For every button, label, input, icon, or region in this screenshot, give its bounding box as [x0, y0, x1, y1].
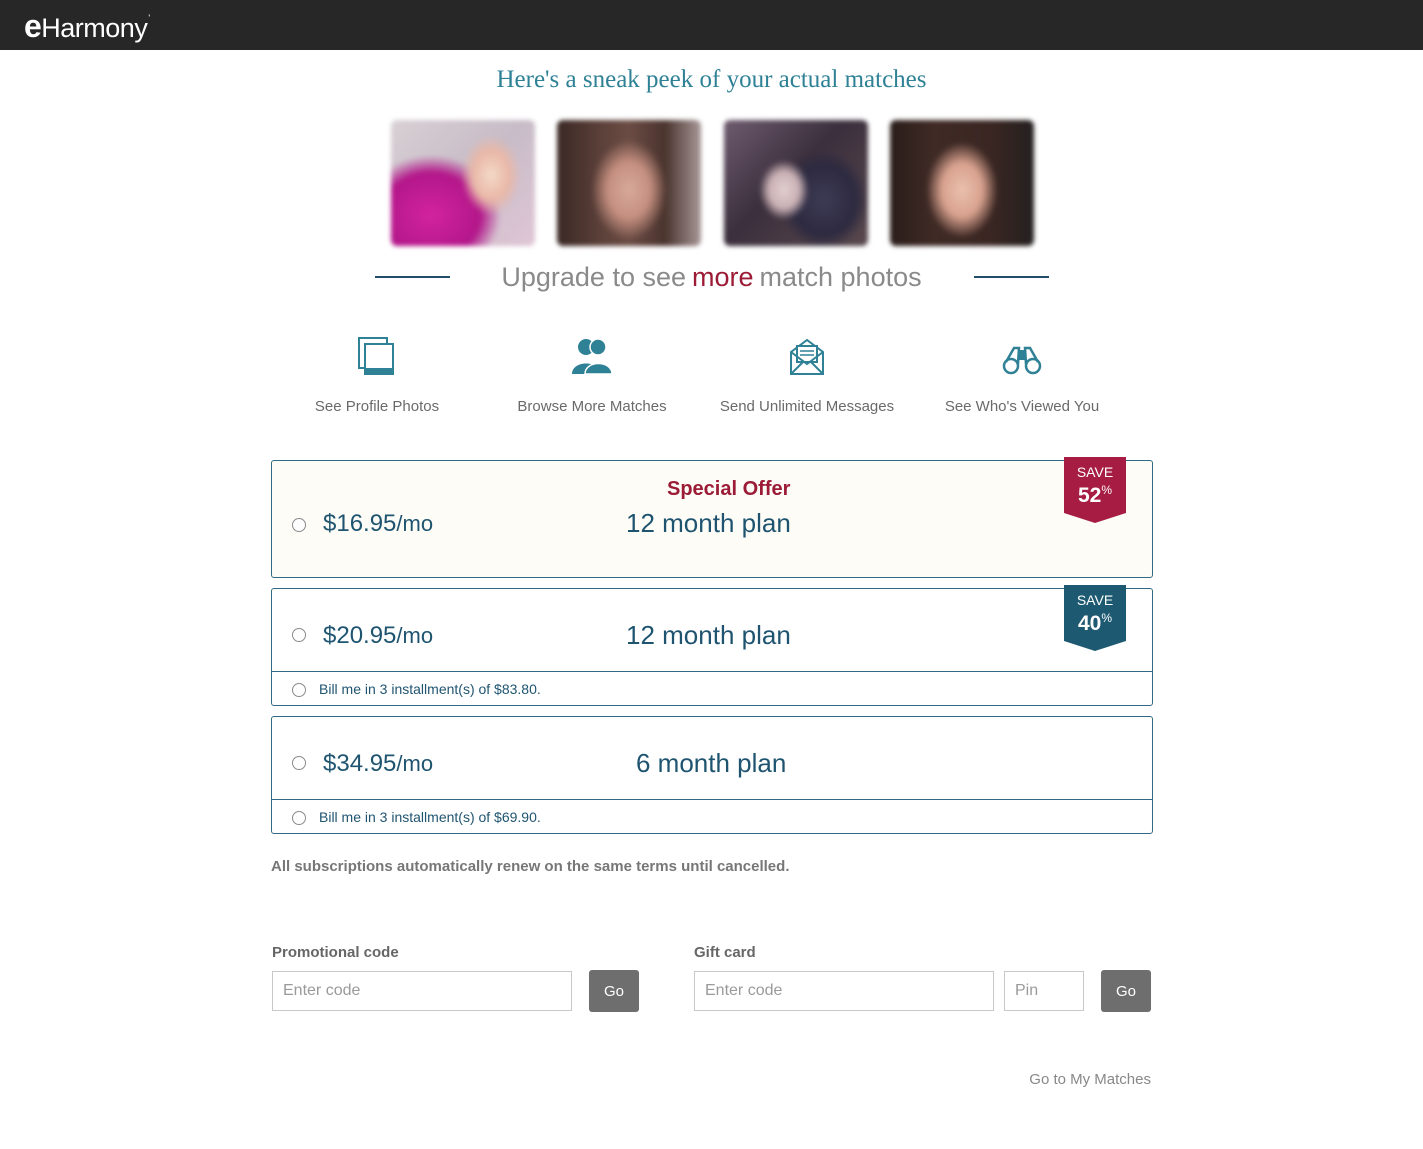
binoculars-icon: [1002, 346, 1042, 375]
page-headline: Here's a sneak peek of your actual match…: [496, 66, 927, 93]
more-highlight: more: [692, 262, 754, 292]
people-icon: [572, 338, 613, 375]
plan-radio[interactable]: [292, 756, 306, 770]
renew-note: All subscriptions automatically renew on…: [271, 858, 790, 875]
installment-option[interactable]: Bill me in 3 installment(s) of $83.80.: [272, 671, 1152, 706]
save-badge: SAVE 52%: [1064, 457, 1126, 523]
match-photo[interactable]: [890, 120, 1034, 246]
installment-label: Bill me in 3 installment(s) of $69.90.: [319, 809, 541, 825]
promo-go-button[interactable]: Go: [589, 970, 639, 1012]
gift-card-code-input[interactable]: [694, 971, 994, 1011]
top-bar: eHarmony': [0, 0, 1423, 50]
plan-radio[interactable]: [292, 518, 306, 532]
feature-label: See Who's Viewed You: [944, 398, 1100, 415]
plan-price: $20.95/mo: [323, 622, 434, 649]
envelope-icon: [790, 338, 824, 375]
gift-card-label: Gift card: [694, 944, 756, 961]
plan-name: 12 month plan: [626, 620, 791, 650]
special-offer-label: Special Offer: [667, 478, 791, 500]
eharmony-logo[interactable]: eHarmony': [24, 8, 150, 45]
plan-name: 12 month plan: [626, 508, 791, 538]
feature-browse-matches: Browse More Matches: [492, 336, 692, 415]
match-photo[interactable]: [724, 120, 868, 246]
plan-option-12mo-special[interactable]: $16.95/mo Special Offer 12 month plan: [271, 460, 1153, 578]
feature-viewed-you: See Who's Viewed You: [922, 336, 1122, 415]
match-photo[interactable]: [391, 120, 535, 246]
match-photo[interactable]: [557, 120, 701, 246]
plan-option-12mo[interactable]: $20.95/mo 12 month plan Bill me in 3 ins…: [271, 588, 1153, 706]
plan-price: $34.95/mo: [323, 750, 434, 777]
installment-option[interactable]: Bill me in 3 installment(s) of $69.90.: [272, 799, 1152, 834]
plan-price: $16.95/mo: [323, 510, 434, 537]
photos-icon: [358, 337, 394, 375]
feature-label: Browse More Matches: [517, 398, 667, 415]
gift-go-button[interactable]: Go: [1101, 970, 1151, 1012]
installment-radio[interactable]: [292, 683, 306, 697]
feature-label: Send Unlimited Messages: [719, 398, 895, 415]
installment-label: Bill me in 3 installment(s) of $83.80.: [319, 681, 541, 697]
plan-radio[interactable]: [292, 628, 306, 642]
feature-send-messages: Send Unlimited Messages: [707, 336, 907, 415]
save-badge: SAVE 40%: [1064, 585, 1126, 651]
plan-option-6mo[interactable]: $34.95/mo 6 month plan Bill me in 3 inst…: [271, 716, 1153, 834]
gift-card-pin-input[interactable]: [1004, 971, 1084, 1011]
promo-code-label: Promotional code: [272, 944, 399, 961]
promo-code-input[interactable]: [272, 971, 572, 1011]
feature-label: See Profile Photos: [314, 398, 440, 415]
plan-name: 6 month plan: [636, 748, 787, 778]
installment-radio[interactable]: [292, 811, 306, 825]
feature-profile-photos: See Profile Photos: [277, 336, 477, 415]
upgrade-subhead: Upgrade to see more match photos: [501, 262, 922, 292]
go-to-my-matches-link[interactable]: Go to My Matches: [1029, 1071, 1151, 1088]
